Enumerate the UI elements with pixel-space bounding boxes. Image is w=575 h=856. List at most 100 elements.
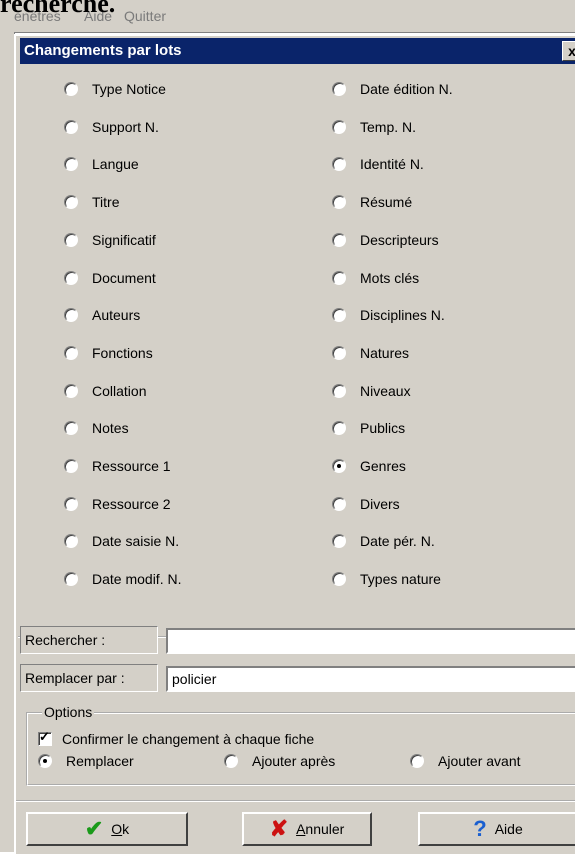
field-radio-item[interactable]: Niveaux [332, 380, 411, 402]
help-button[interactable]: ? Aide [418, 812, 575, 846]
field-radio-item[interactable]: Auteurs [64, 304, 140, 326]
help-label: Aide [494, 821, 523, 837]
field-radio-item[interactable]: Types nature [332, 568, 441, 590]
radio-button[interactable] [38, 754, 52, 768]
field-radio-item[interactable]: Type Notice [64, 78, 166, 100]
radio-button[interactable] [64, 459, 78, 473]
radio-button[interactable] [64, 232, 78, 247]
field-radio-item[interactable]: Langue [64, 153, 139, 175]
field-label: Disciplines N. [360, 307, 445, 324]
field-radio-item[interactable]: Ressource 2 [64, 493, 171, 515]
dialog-button-bar: ✔ Ok ✘ Annuler ? Aide [16, 800, 575, 856]
radio-button[interactable] [64, 534, 78, 549]
radio-button[interactable] [64, 572, 78, 587]
radio-button[interactable] [332, 383, 346, 398]
radio-button[interactable] [64, 421, 78, 436]
field-radio-item[interactable]: Résumé [332, 191, 412, 213]
radio-button[interactable] [64, 119, 78, 134]
field-label: Date modif. N. [92, 571, 182, 588]
field-radio-item[interactable]: Notes [64, 417, 129, 439]
mode-radio-ajouter-avant[interactable]: Ajouter avant [410, 750, 521, 772]
mode-radio-remplacer[interactable]: Remplacer [38, 750, 134, 772]
confirm-checkbox[interactable] [38, 729, 52, 746]
radio-button[interactable] [332, 195, 346, 210]
field-radio-item[interactable]: Date pér. N. [332, 530, 435, 552]
radio-button[interactable] [332, 421, 346, 436]
radio-button[interactable] [332, 232, 346, 247]
mode-radio-ajouter-apres[interactable]: Ajouter après [224, 750, 335, 772]
radio-button[interactable] [332, 270, 346, 285]
field-radio-item[interactable]: Date édition N. [332, 78, 453, 100]
field-label: Fonctions [92, 344, 153, 361]
field-radio-item[interactable]: Publics [332, 417, 405, 439]
field-radio-item[interactable]: Titre [64, 191, 119, 213]
field-radio-item[interactable]: Natures [332, 342, 409, 364]
field-radio-item[interactable]: Genres [332, 455, 406, 477]
confirm-checkbox-row[interactable]: Confirmer le changement à chaque fiche [38, 728, 314, 750]
search-input[interactable] [166, 628, 575, 654]
radio-button[interactable] [332, 119, 346, 134]
radio-button[interactable] [332, 496, 346, 511]
field-label: Descripteurs [360, 231, 439, 248]
field-radio-item[interactable]: Collation [64, 380, 146, 402]
radio-button[interactable] [64, 308, 78, 323]
field-label: Niveaux [360, 382, 411, 399]
ok-button[interactable]: ✔ Ok [26, 812, 188, 846]
field-label: Publics [360, 420, 406, 437]
field-label: Divers [360, 495, 400, 512]
page-heading-fragment: recherche. [0, 0, 116, 18]
field-label: Genres [360, 458, 406, 474]
field-label: Support N. [92, 118, 159, 135]
field-label: Date saisie N. [92, 533, 180, 550]
dialog-titlebar: Changements par lots x [20, 38, 575, 64]
radio-button[interactable] [64, 157, 78, 172]
radio-button[interactable] [332, 308, 346, 323]
radio-button[interactable] [64, 82, 78, 96]
field-label: Type Notice [92, 81, 166, 97]
radio-button[interactable] [332, 459, 346, 473]
confirm-label: Confirmer le changement à chaque fiche [62, 731, 315, 747]
radio-button[interactable] [64, 195, 78, 210]
dialog-title: Changements par lots [24, 42, 182, 59]
radio-button[interactable] [64, 496, 78, 511]
field-radio-item[interactable]: Identité N. [332, 153, 424, 175]
radio-button[interactable] [64, 345, 78, 360]
radio-button[interactable] [332, 534, 346, 549]
options-legend: Options [42, 704, 95, 720]
field-radio-item[interactable]: Document [64, 267, 156, 289]
radio-button[interactable] [224, 754, 238, 768]
field-radio-item[interactable]: Mots clés [332, 267, 419, 289]
cancel-button[interactable]: ✘ Annuler [242, 812, 372, 846]
field-label: Ressource 1 [92, 458, 171, 474]
radio-button[interactable] [64, 270, 78, 285]
radio-button[interactable] [410, 754, 424, 768]
radio-button[interactable] [332, 82, 346, 96]
cancel-label: Annuler [296, 821, 345, 837]
radio-button[interactable] [332, 345, 346, 360]
field-radio-item[interactable]: Support N. [64, 116, 159, 138]
mode-label: Ajouter avant [438, 753, 521, 769]
field-label: Date édition N. [360, 81, 453, 97]
field-radio-item[interactable]: Temp. N. [332, 116, 416, 138]
checkmark-icon: ✔ [84, 816, 104, 841]
field-radio-item[interactable]: Ressource 1 [64, 455, 171, 477]
radio-button[interactable] [332, 572, 346, 587]
field-radio-item[interactable]: Date saisie N. [64, 530, 179, 552]
field-radio-item[interactable]: Disciplines N. [332, 304, 445, 326]
field-label: Résumé [360, 194, 413, 211]
field-radio-item[interactable]: Descripteurs [332, 229, 439, 251]
mode-label: Ajouter après [252, 753, 336, 769]
close-button[interactable]: x [562, 41, 575, 61]
radio-button[interactable] [332, 157, 346, 172]
field-radio-item[interactable]: Significatif [64, 229, 156, 251]
field-label: Identité N. [360, 156, 424, 173]
field-radio-item[interactable]: Date modif. N. [64, 568, 181, 590]
field-label: Document [92, 269, 156, 286]
options-groupbox: Options Confirmer le changement à chaque… [26, 704, 575, 786]
radio-button[interactable] [64, 383, 78, 398]
field-label: Significatif [92, 231, 156, 248]
search-label: Rechercher : [20, 626, 158, 654]
field-radio-item[interactable]: Fonctions [64, 342, 153, 364]
replace-input[interactable]: policier [166, 666, 575, 692]
field-radio-item[interactable]: Divers [332, 493, 400, 515]
